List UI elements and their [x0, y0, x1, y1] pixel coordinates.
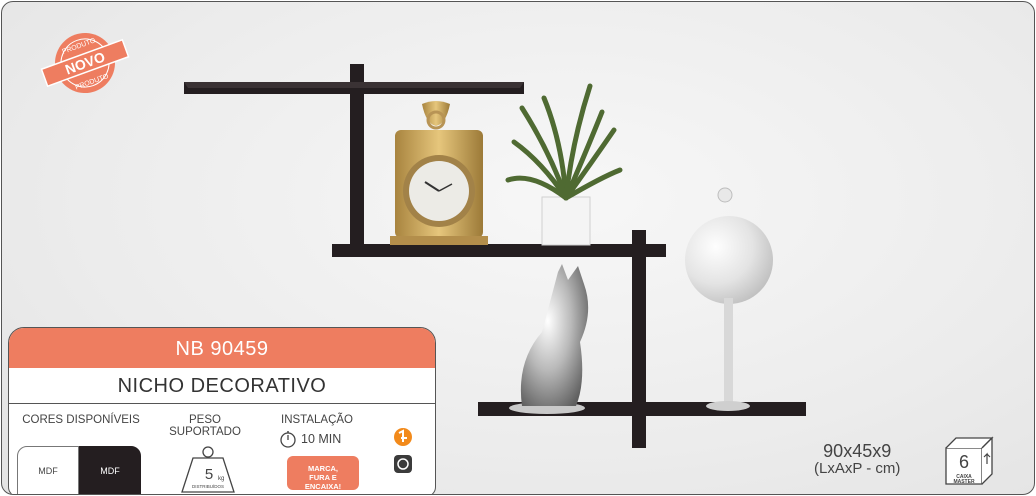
color-option-black[interactable]: MDF: [79, 446, 141, 494]
dimensions-value: 90x45x9: [823, 441, 892, 461]
dimensions: 90x45x9 (LxAxP - cm): [814, 442, 900, 478]
svg-text:MASTER: MASTER: [953, 479, 975, 485]
box-icon: 6 CAIXA MASTER: [945, 436, 994, 485]
install-tag: MARCA, FURA E ENCAIXA!: [287, 456, 359, 491]
svg-text:6: 6: [959, 452, 969, 472]
product-name: NICHO DECORATIVO: [9, 369, 435, 404]
product-frame: NOVO PRODUTO PRODUTO NB 90459 NICHO DECO…: [1, 1, 1035, 495]
clock-icon: [390, 101, 488, 245]
product-info-card: NB 90459 NICHO DECORATIVO CORES DISPONÍV…: [8, 327, 436, 494]
colors-label: CORES DISPONÍVEIS: [22, 414, 140, 426]
product-code: NB 90459: [9, 328, 435, 368]
dimensions-unit: (LxAxP - cm): [814, 460, 901, 477]
svg-text:kg: kg: [218, 476, 224, 482]
new-product-badge: NOVO PRODUTO PRODUTO: [40, 33, 130, 93]
svg-text:5: 5: [205, 466, 213, 483]
install-time: 10 MIN: [301, 432, 342, 446]
stopwatch-icon: [280, 431, 296, 448]
glass-vase-icon: [685, 187, 773, 411]
weight-icon: 5 kg DISTRIBUÍDOS: [181, 446, 235, 493]
install-label: INSTALAÇÃO: [281, 414, 353, 426]
cat-figurine-icon: [509, 264, 589, 414]
plant-icon: [505, 83, 623, 246]
camera-badge-icon: [394, 455, 412, 473]
svg-text:DISTRIBUÍDOS: DISTRIBUÍDOS: [192, 483, 224, 489]
color-option-white[interactable]: MDF: [17, 446, 79, 494]
brand-logo-icon: [394, 428, 412, 446]
weight-label: PESO SUPORTADO: [169, 414, 241, 438]
